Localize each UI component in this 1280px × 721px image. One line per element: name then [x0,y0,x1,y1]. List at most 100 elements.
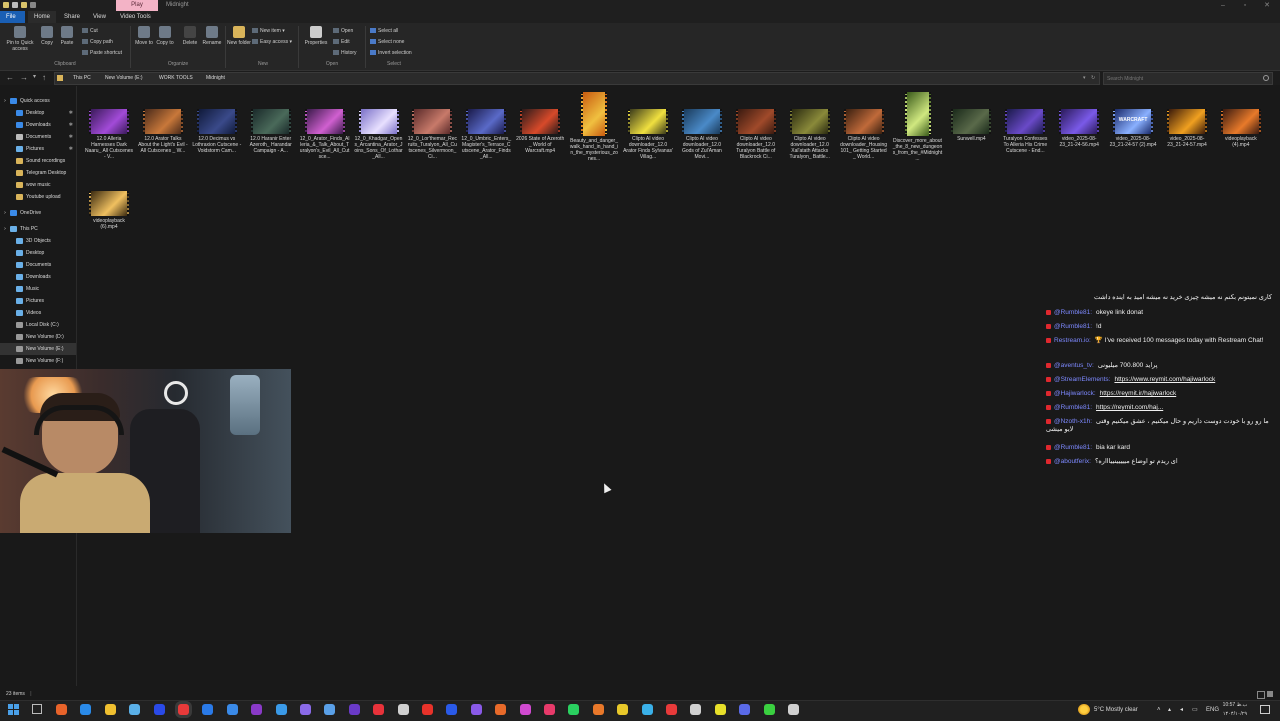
start-button[interactable] [8,704,19,715]
nav-item-quick-6[interactable]: wow music [0,179,76,191]
breadcrumb-midnight[interactable]: Midnight [206,73,225,84]
language-indicator[interactable]: ENG [1206,700,1219,720]
play-context-tab[interactable]: Play [116,0,158,11]
nav-item-pc-5[interactable]: Pictures [0,295,76,307]
taskbar-app-icon[interactable] [56,704,67,715]
network-icon[interactable]: ▴ [1168,700,1171,720]
minimize-icon[interactable]: – [1212,0,1234,11]
refresh-icon[interactable]: ↻ [1091,73,1095,84]
nav-item-pc-8[interactable]: New Volume (D:) [0,331,76,343]
nav-item-pc-10[interactable]: New Volume (F:) [0,355,76,367]
tab-view[interactable]: View [87,11,112,23]
file-item[interactable]: videoplayback (6).mp4 [84,191,134,230]
taskbar-app-icon[interactable] [324,704,336,715]
taskbar-app-icon[interactable] [153,704,165,715]
weather-icon[interactable] [1078,704,1090,715]
nav-this-pc[interactable]: › This PC [0,223,76,235]
nav-item-quick-1[interactable]: Downloads ✱ [0,119,76,131]
file-item[interactable]: Beauty_and_danger_walk_hand_in_hand_in_t… [569,92,619,162]
taskbar-app-icon[interactable] [104,704,116,715]
taskbar-app-icon[interactable] [495,704,507,715]
nav-item-quick-0[interactable]: Desktop ✱ [0,107,76,119]
maximize-icon[interactable]: ▫ [1234,0,1256,11]
file-item[interactable]: 12.0 Arator Talks About the Light's Evil… [138,109,188,154]
taskbar-app-icon[interactable] [470,704,482,715]
chat-link[interactable]: https://www.reymit.com/hajiwarlock [1114,376,1215,383]
file-item[interactable]: videoplayback (4).mp4 [1216,109,1266,148]
taskbar-app-icon[interactable] [251,704,263,715]
nav-item-quick-4[interactable]: Sound recordings [0,155,76,167]
file-item[interactable]: Turalyon Confesses To Alleria His Crime … [1000,109,1050,154]
qat-dropdown-icon[interactable] [30,2,36,8]
taskbar-app-icon[interactable] [129,704,141,715]
invert-selection-button[interactable]: Invert selection [370,50,412,56]
taskbar-app-icon[interactable] [739,704,751,715]
rename-button[interactable]: Rename [200,26,224,46]
search-input[interactable] [1107,74,1257,83]
tab-share[interactable]: Share [58,11,86,23]
edit-button[interactable]: Edit [333,39,350,45]
nav-item-quick-2[interactable]: Documents ✱ [0,131,76,143]
file-item[interactable]: 12.0 Decimus vs Lothraxion Cutscene - Vo… [192,109,242,154]
paste-shortcut-button[interactable]: Paste shortcut [82,50,122,56]
nav-onedrive[interactable]: › OneDrive [0,207,76,219]
file-item[interactable]: WARCRAFT video_2025-08-23_21-24-57 (2).mp… [1108,109,1158,148]
large-icons-view-icon[interactable] [1267,691,1273,697]
copy-to-button[interactable]: Copy to [153,26,177,46]
taskbar-app-icon[interactable] [422,704,433,715]
nav-item-pc-0[interactable]: 3D Objects [0,235,76,247]
nav-item-pc-1[interactable]: Desktop [0,247,76,259]
address-dropdown-icon[interactable]: ▾ [1083,73,1086,84]
folder-icon[interactable] [3,2,9,8]
taskbar-app-icon[interactable] [617,704,629,715]
new-folder-icon[interactable] [21,2,27,8]
file-item[interactable]: 12_0_Lor'themar_Recruits_Turalyon_All_Cu… [407,109,457,160]
taskbar-app-icon[interactable] [714,704,726,715]
taskbar-app-icon[interactable] [80,704,92,715]
breadcrumb-this-pc[interactable]: This PC [73,73,91,84]
taskbar-app-icon[interactable] [178,704,189,715]
breadcrumb-work-tools[interactable]: WORK TOOLS [159,73,193,84]
file-item[interactable]: 2026 State of Azeroth _ World of Warcraf… [515,109,565,154]
pin-quick-access-button[interactable]: Pin to Quick access [6,26,34,52]
file-item[interactable]: Clipto AI video downloader_12.0 Arator F… [623,109,673,160]
tab-video-tools[interactable]: Video Tools [114,11,157,23]
file-item[interactable]: video_2025-08-23_21-24-57.mp4 [1162,109,1212,148]
taskbar-app-icon[interactable] [373,704,385,715]
taskbar-app-icon[interactable] [544,704,555,715]
battery-icon[interactable]: ▭ [1192,700,1198,720]
file-item[interactable]: Discover_more_about_the_8_new_dungeons_f… [893,92,943,162]
file-item[interactable]: 12.0 Alleria Harnesses Dark Naaru_ All C… [84,109,134,160]
file-item[interactable]: video_2025-08-23_21-24-56.mp4 [1054,109,1104,148]
file-item[interactable]: Clipto AI video downloader_Housing 101_ … [839,109,889,160]
nav-item-pc-4[interactable]: Music [0,283,76,295]
properties-button[interactable]: Properties [302,26,330,46]
back-arrow-icon[interactable]: ← [6,73,14,82]
file-item[interactable]: 12_0_Umbric_Enters_Magister's_Terrace_Cu… [461,109,511,160]
open-button[interactable]: Open [333,28,353,34]
cut-button[interactable]: Cut [82,28,98,34]
select-all-button[interactable]: Select all [370,28,398,34]
taskbar-app-icon[interactable] [690,704,702,715]
new-folder-button[interactable]: New folder [227,26,251,46]
taskbar-app-icon[interactable] [397,704,409,715]
history-button[interactable]: History [333,50,357,56]
easy-access-button[interactable]: Easy access ▾ [252,39,292,45]
address-bar[interactable]: This PC New Volume (E:) WORK TOOLS Midni… [54,72,1100,85]
nav-item-quick-3[interactable]: Pictures ✱ [0,143,76,155]
tray-chevron-icon[interactable]: ˄ [1157,700,1161,720]
taskbar-app-icon[interactable] [519,704,531,715]
file-item[interactable]: Clipto AI video downloader_12.0 Gods of … [677,109,727,160]
chat-link[interactable]: https://reymit.com/haj... [1096,404,1163,411]
properties-icon[interactable] [12,2,18,8]
copy-path-button[interactable]: Copy path [82,39,113,45]
recent-locations-icon[interactable]: ▾ [33,73,36,82]
task-view-icon[interactable] [32,704,42,714]
file-item[interactable]: Clipto AI video downloader_12.0 Turalyon… [731,109,781,160]
taskbar-app-icon[interactable] [446,704,458,715]
select-none-button[interactable]: Select none [370,39,404,45]
paste-button[interactable]: Paste [55,26,79,46]
taskbar-app-icon[interactable] [348,704,360,715]
chat-link[interactable]: https://reymit.ir/hajiwarlock [1100,390,1177,397]
file-item[interactable]: Sunwell.mp4 [946,109,996,142]
